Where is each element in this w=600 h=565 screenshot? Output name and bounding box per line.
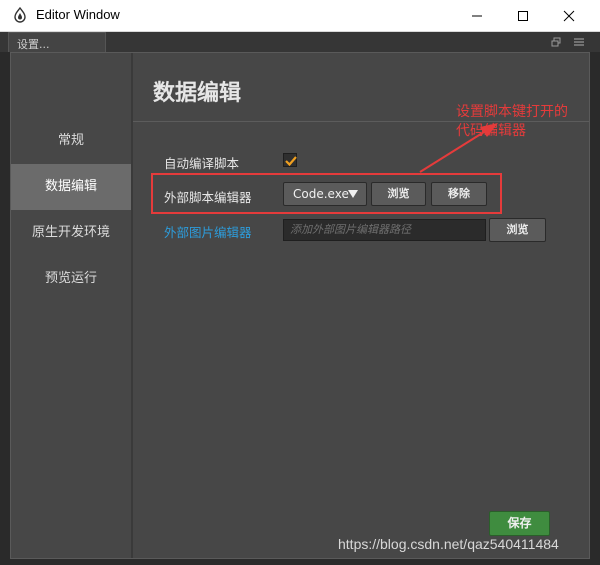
nav-item-data-edit[interactable]: 数据编辑 bbox=[11, 164, 131, 210]
annotation-note: 设置脚本键打开的 代码编辑器 bbox=[456, 103, 592, 141]
maximize-button[interactable] bbox=[500, 0, 546, 31]
page-title: 数据编辑 bbox=[153, 81, 242, 106]
image-editor-label[interactable]: 外部图片编辑器 bbox=[164, 222, 252, 241]
save-button[interactable]: 保存 bbox=[489, 511, 550, 536]
auto-compile-label: 自动编译脚本 bbox=[164, 156, 240, 171]
background-editor-left bbox=[0, 52, 10, 565]
watermark-url: https://blog.csdn.net/qaz540411484 bbox=[338, 536, 559, 552]
tab-settings-label: 设置... bbox=[17, 38, 50, 51]
checkmark-icon bbox=[285, 156, 297, 167]
maximize-icon bbox=[518, 11, 528, 21]
image-editor-path-input[interactable]: 添加外部图片编辑器路径 bbox=[283, 219, 486, 241]
nav-item-preview-run[interactable]: 预览运行 bbox=[11, 256, 131, 302]
window-title-bar: Editor Window bbox=[0, 0, 600, 32]
minimize-button[interactable] bbox=[454, 0, 500, 31]
annotation-line-2: 代码编辑器 bbox=[456, 123, 526, 139]
close-button[interactable] bbox=[546, 0, 592, 31]
app-logo-icon bbox=[14, 7, 26, 23]
nav-item-native-env[interactable]: 原生开发环境 bbox=[11, 210, 131, 256]
panel-menu-icon[interactable] bbox=[574, 37, 584, 47]
close-icon bbox=[563, 10, 575, 22]
nav-item-general[interactable]: 常规 bbox=[11, 118, 131, 164]
window-title: Editor Window bbox=[36, 7, 120, 22]
tab-settings[interactable]: 设置... bbox=[8, 32, 106, 52]
minimize-icon bbox=[472, 15, 482, 17]
annotation-line-1: 设置脚本键打开的 bbox=[456, 104, 568, 120]
image-browse-button[interactable]: 浏览 bbox=[489, 218, 546, 242]
restore-panel-icon[interactable] bbox=[551, 37, 561, 47]
settings-nav: 常规 数据编辑 原生开发环境 预览运行 bbox=[11, 53, 133, 558]
auto-compile-checkbox[interactable] bbox=[283, 153, 297, 167]
dock-tab-strip: 设置... bbox=[0, 32, 600, 52]
annotation-highlight-box bbox=[151, 173, 502, 214]
